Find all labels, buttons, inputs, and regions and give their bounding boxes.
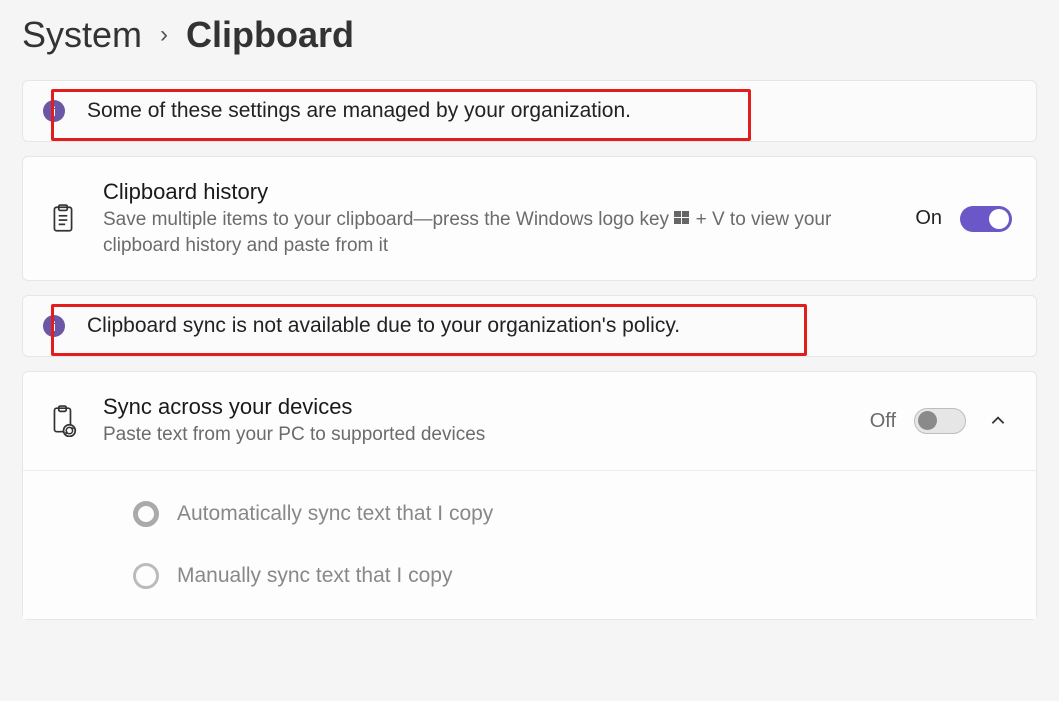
- sync-devices-state: Off: [870, 410, 896, 433]
- radio-icon: [133, 563, 159, 589]
- sync-options-panel: Automatically sync text that I copy Manu…: [23, 470, 1036, 619]
- sync-policy-message: Clipboard sync is not available due to y…: [87, 314, 680, 338]
- clipboard-history-card: Clipboard history Save multiple items to…: [22, 156, 1037, 281]
- radio-icon: [133, 501, 159, 527]
- breadcrumb-current: Clipboard: [186, 14, 354, 56]
- clipboard-sync-icon: [47, 405, 79, 437]
- clipboard-history-toggle[interactable]: [960, 206, 1012, 232]
- sync-devices-card: Sync across your devices Paste text from…: [22, 371, 1037, 620]
- clipboard-history-state: On: [915, 207, 942, 230]
- org-managed-message: Some of these settings are managed by yo…: [87, 99, 631, 123]
- sync-devices-title: Sync across your devices: [103, 394, 846, 420]
- windows-logo-icon: [674, 208, 690, 224]
- breadcrumb: System › Clipboard: [0, 0, 1059, 80]
- chevron-right-icon: ›: [160, 21, 168, 49]
- sync-devices-desc: Paste text from your PC to supported dev…: [103, 422, 846, 448]
- info-icon: i: [43, 100, 65, 122]
- sync-policy-banner: i Clipboard sync is not available due to…: [22, 295, 1037, 357]
- info-icon: i: [43, 315, 65, 337]
- breadcrumb-parent[interactable]: System: [22, 14, 142, 56]
- clipboard-history-desc: Save multiple items to your clipboard—pr…: [103, 207, 891, 258]
- sync-option-manual[interactable]: Manually sync text that I copy: [133, 563, 1012, 589]
- sync-option-auto[interactable]: Automatically sync text that I copy: [133, 501, 1012, 527]
- org-managed-banner: i Some of these settings are managed by …: [22, 80, 1037, 142]
- expand-chevron-icon[interactable]: [984, 407, 1012, 435]
- sync-option-manual-label: Manually sync text that I copy: [177, 564, 452, 588]
- sync-devices-toggle[interactable]: [914, 408, 966, 434]
- clipboard-history-title: Clipboard history: [103, 179, 891, 205]
- sync-option-auto-label: Automatically sync text that I copy: [177, 502, 493, 526]
- clipboard-icon: [47, 203, 79, 235]
